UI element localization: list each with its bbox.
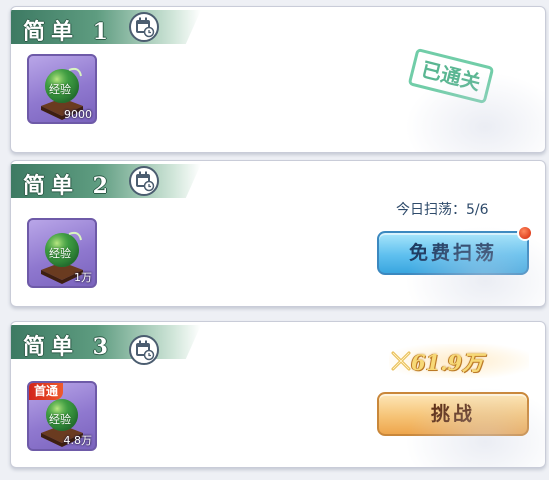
calendar-icon[interactable] <box>129 12 159 42</box>
challenge-button-label: 挑战 <box>430 403 475 425</box>
first-clear-tag: 首通 <box>29 383 64 400</box>
reward-item[interactable]: 首通 经验 4.8万 <box>27 381 97 451</box>
crossed-swords-icon <box>391 351 411 371</box>
calendar-icon[interactable] <box>129 335 159 365</box>
stage-title: 简单 3 <box>23 334 114 360</box>
challenge-button[interactable]: 挑战 <box>377 392 529 436</box>
stage-card-1[interactable]: 简单 1 经验 9000 已通关 <box>10 6 546 153</box>
free-sweep-button[interactable]: 免费扫荡 <box>377 225 533 275</box>
reward-item[interactable]: 经验 1万 <box>27 218 97 288</box>
recommended-power: 61.9万 <box>389 344 529 378</box>
stage-title: 简单 1 <box>23 19 114 45</box>
reward-label: 经验 <box>49 413 71 426</box>
free-sweep-button-label: 免费扫荡 <box>408 242 497 264</box>
reward-count: 9000 <box>64 108 92 121</box>
power-value: 61.9万 <box>411 350 484 375</box>
stage-title: 简单 2 <box>23 173 114 199</box>
stage-ribbon: 简单 1 <box>11 10 201 44</box>
reward-label: 经验 <box>49 247 71 260</box>
notification-dot-icon <box>517 225 533 241</box>
stage-ribbon: 简单 3 <box>11 325 201 359</box>
reward-label: 经验 <box>49 83 71 96</box>
stage-card-3[interactable]: 简单 3 首通 经验 4.8万 61.9万 挑战 <box>10 321 546 468</box>
daily-sweep-count: 今日扫荡：5/6 <box>396 202 489 218</box>
calendar-icon[interactable] <box>129 166 159 196</box>
stage-ribbon: 简单 2 <box>11 164 201 198</box>
reward-count: 1万 <box>74 271 92 284</box>
cleared-stamp: 已通关 <box>407 47 495 105</box>
reward-item[interactable]: 经验 9000 <box>27 54 97 124</box>
stage-card-2[interactable]: 简单 2 经验 1万 今日扫荡：5/6 免费扫荡 <box>10 160 546 307</box>
reward-count: 4.8万 <box>63 434 93 447</box>
